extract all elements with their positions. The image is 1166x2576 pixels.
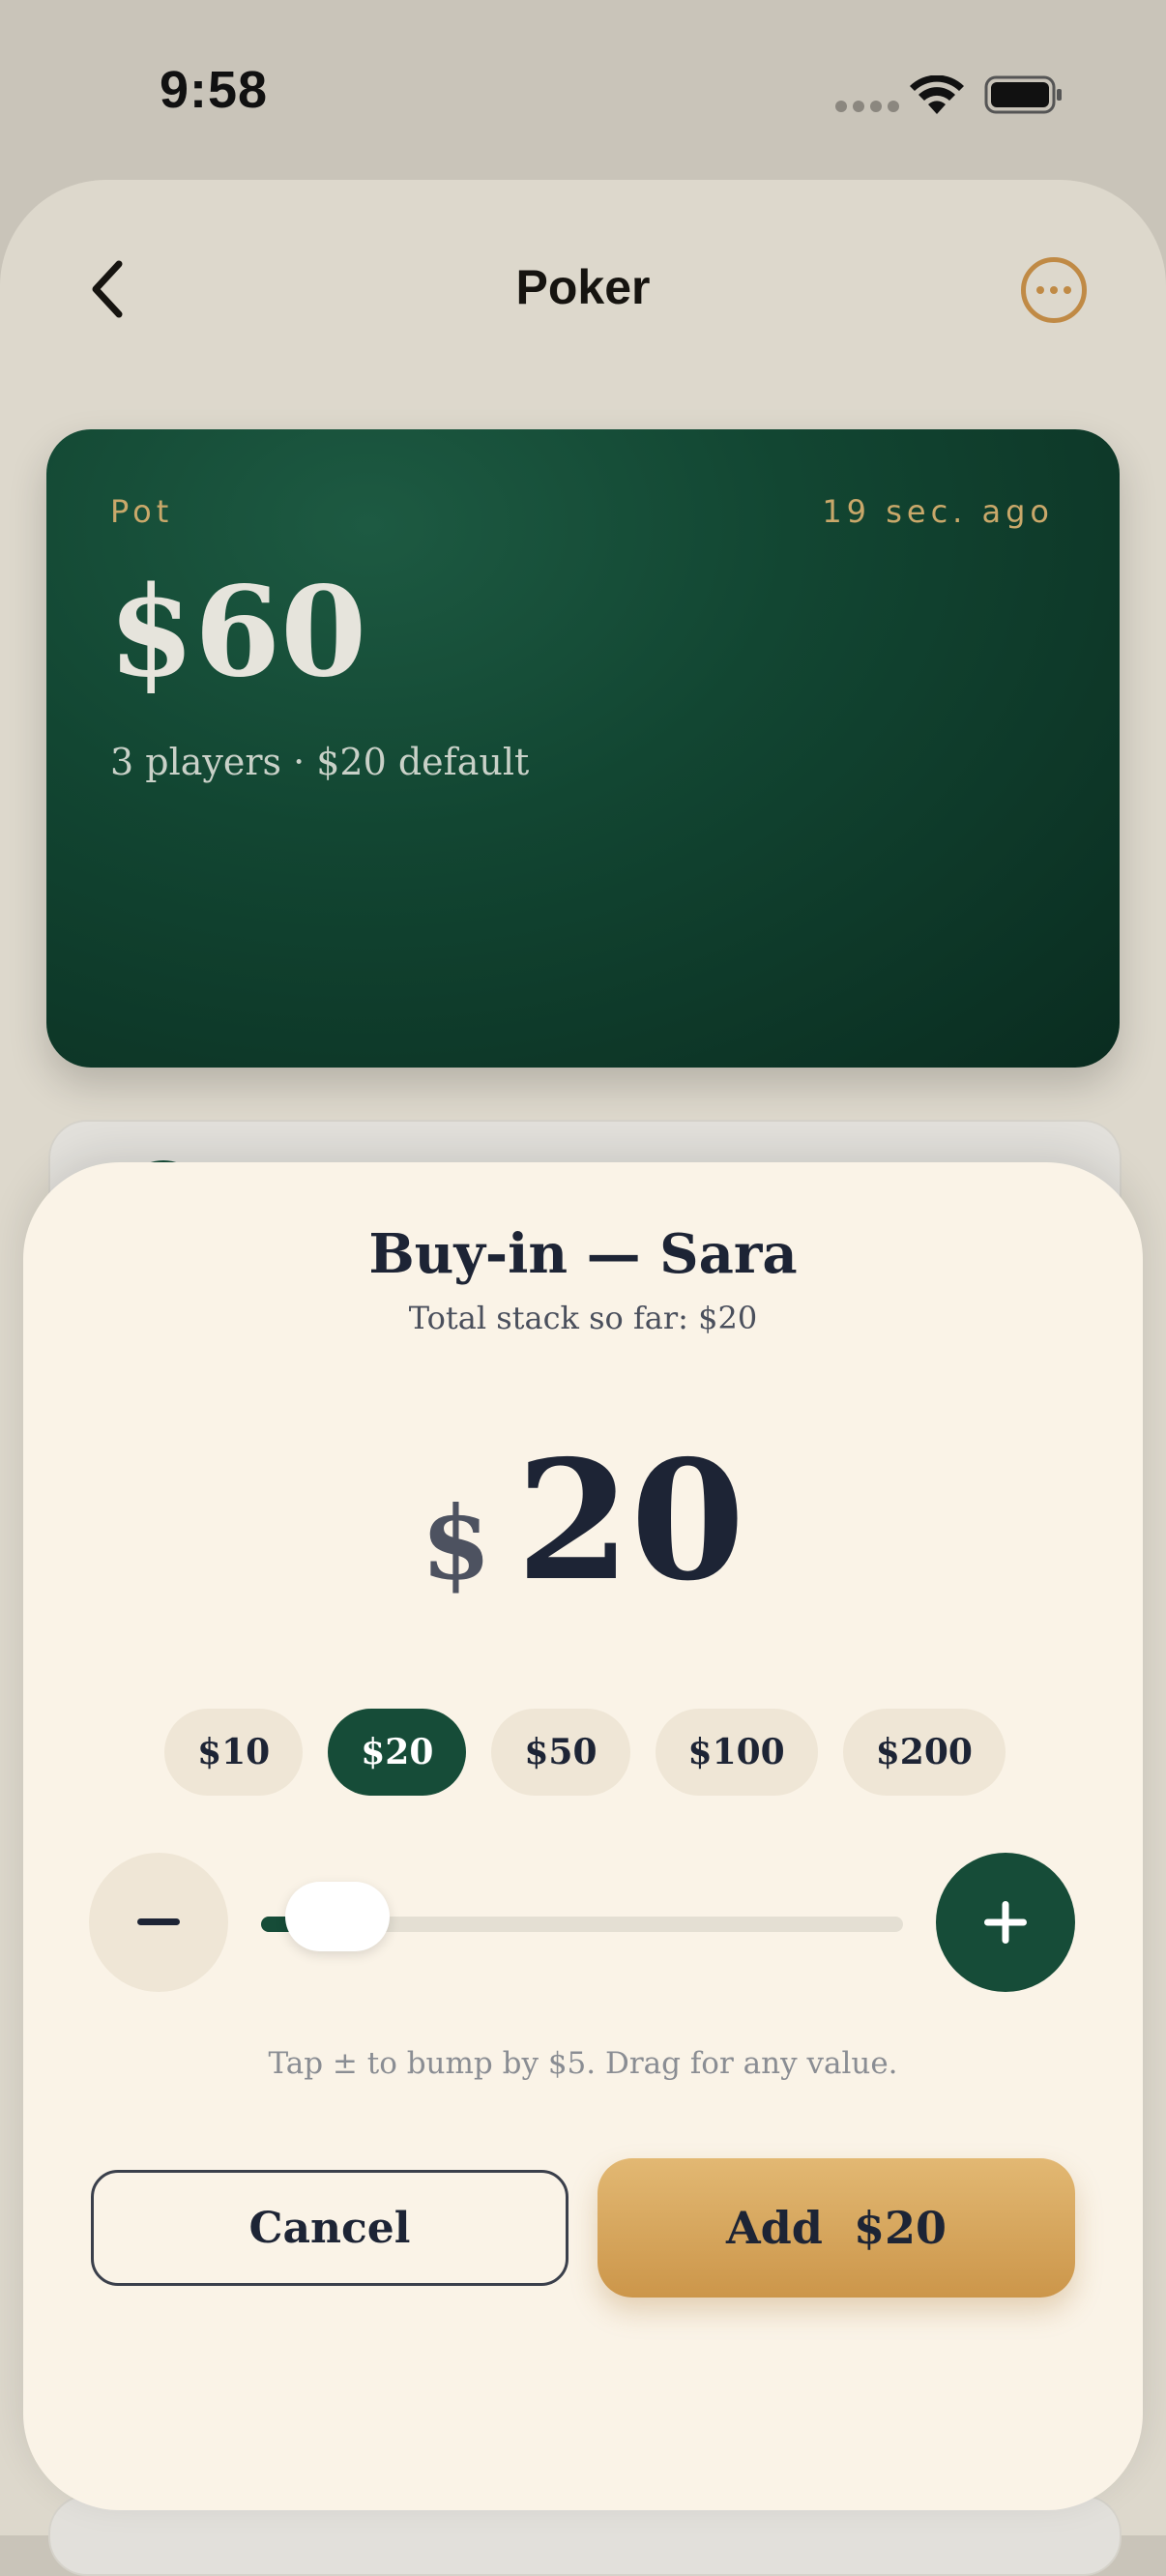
preset-amounts: $10 $20 $50 $100 $200 (23, 1709, 1143, 1796)
preset-chip-10[interactable]: $10 (164, 1709, 304, 1796)
hint-text: Tap ± to bump by $5. Drag for any value. (268, 2046, 898, 2081)
cellular-signal-icon (835, 101, 899, 112)
decrement-button[interactable] (89, 1853, 228, 1992)
navigation-bar: Poker (0, 232, 1166, 348)
pot-label: Pot (110, 493, 174, 530)
preset-chip-20[interactable]: $20 (328, 1709, 467, 1796)
wifi-icon (910, 75, 964, 114)
minus-icon (137, 1918, 180, 1925)
amount-stepper (23, 1851, 1143, 1992)
plus-icon (984, 1901, 1027, 1944)
status-time: 9:58 (160, 61, 269, 119)
amount-value: 20 (515, 1424, 745, 1618)
sheet-title: Buy-in — Sara (368, 1222, 798, 1286)
pot-updated-time: 19 sec. ago (822, 493, 1054, 530)
cancel-button[interactable]: Cancel (91, 2170, 568, 2286)
preset-chip-50[interactable]: $50 (491, 1709, 630, 1796)
buy-in-sheet: Buy-in — Sara Total stack so far: $20 $ … (23, 1162, 1143, 2510)
status-bar: 9:58 (0, 0, 1166, 184)
currency-symbol: $ (421, 1483, 491, 1602)
sheet-subtitle: Total stack so far: $20 (408, 1300, 758, 1336)
pot-amount: $60 (108, 560, 367, 705)
increment-button[interactable] (936, 1853, 1075, 1992)
preset-chip-100[interactable]: $100 (655, 1709, 818, 1796)
ellipsis-icon (1036, 286, 1044, 294)
page-title: Poker (515, 260, 651, 314)
preset-chip-200[interactable]: $200 (842, 1709, 1006, 1796)
more-options-button[interactable] (1021, 257, 1087, 323)
battery-icon (984, 75, 1062, 114)
pot-summary: 3 players · $20 default (110, 741, 530, 783)
amount-slider[interactable] (261, 1882, 903, 1951)
pot-card: Pot 19 sec. ago $60 3 players · $20 defa… (46, 429, 1120, 1068)
add-buy-in-button[interactable]: Add $20 (598, 2158, 1075, 2298)
slider-thumb[interactable] (285, 1882, 391, 1951)
amount-display: $ 20 (23, 1439, 1143, 1603)
